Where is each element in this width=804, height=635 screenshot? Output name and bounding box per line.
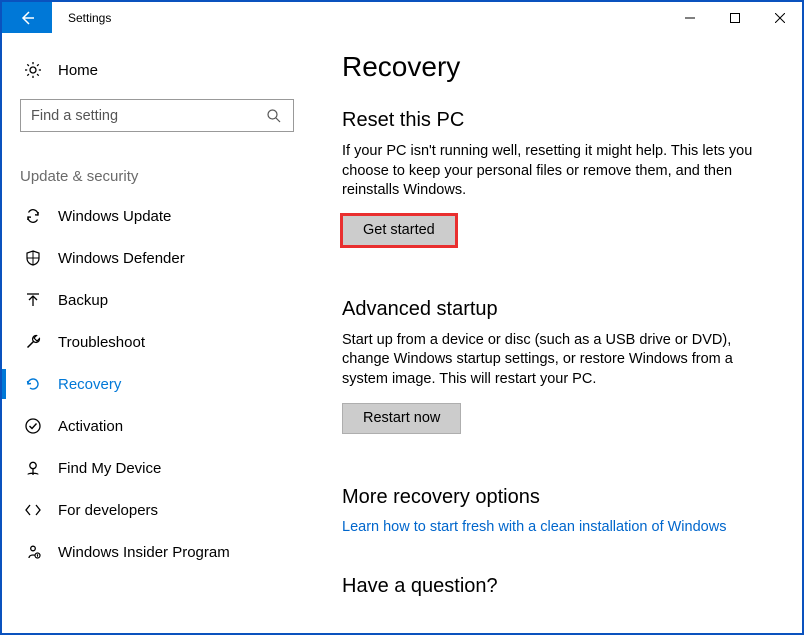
section-reset-pc: Reset this PC If your PC isn't running w…	[342, 109, 782, 246]
main-panel: Recovery Reset this PC If your PC isn't …	[312, 33, 802, 633]
gear-icon	[24, 61, 42, 79]
sidebar-item-find-my-device[interactable]: Find My Device	[2, 447, 312, 489]
sidebar-category: Update & security	[20, 168, 294, 185]
sidebar-item-for-developers[interactable]: For developers	[2, 489, 312, 531]
sidebar-item-label: Windows Update	[58, 208, 171, 225]
home-button[interactable]: Home	[20, 53, 294, 91]
developer-icon	[24, 501, 42, 519]
section-title: Reset this PC	[342, 109, 782, 132]
sidebar-item-windows-update[interactable]: Windows Update	[2, 195, 312, 237]
sidebar-item-troubleshoot[interactable]: Troubleshoot	[2, 321, 312, 363]
sidebar-item-backup[interactable]: Backup	[2, 279, 312, 321]
shield-icon	[24, 249, 42, 267]
page-title: Recovery	[342, 51, 782, 83]
section-more-recovery: More recovery options Learn how to start…	[342, 486, 782, 535]
close-icon	[771, 9, 789, 27]
sidebar-item-recovery[interactable]: Recovery	[2, 363, 312, 405]
arrow-left-icon	[18, 9, 36, 27]
sidebar-item-label: Activation	[58, 418, 123, 435]
sidebar-item-label: Windows Insider Program	[58, 544, 230, 561]
sidebar: Home Find a setting Update & security Wi…	[2, 33, 312, 633]
location-icon	[24, 459, 42, 477]
search-placeholder: Find a setting	[31, 108, 265, 124]
recovery-icon	[24, 375, 42, 393]
maximize-button[interactable]	[712, 2, 757, 33]
section-title: Advanced startup	[342, 298, 782, 321]
sidebar-item-label: Backup	[58, 292, 108, 309]
sync-icon	[24, 207, 42, 225]
maximize-icon	[726, 9, 744, 27]
backup-icon	[24, 291, 42, 309]
minimize-button[interactable]	[667, 2, 712, 33]
close-button[interactable]	[757, 2, 802, 33]
window-title: Settings	[68, 11, 111, 25]
section-description: If your PC isn't running well, resetting…	[342, 142, 762, 201]
wrench-icon	[24, 333, 42, 351]
window-controls	[667, 2, 802, 33]
get-started-button[interactable]: Get started	[342, 215, 456, 246]
search-input[interactable]: Find a setting	[20, 99, 294, 132]
sidebar-item-label: Windows Defender	[58, 250, 185, 267]
sidebar-item-windows-defender[interactable]: Windows Defender	[2, 237, 312, 279]
section-description: Start up from a device or disc (such as …	[342, 331, 762, 390]
section-title: More recovery options	[342, 486, 782, 509]
sidebar-item-label: For developers	[58, 502, 158, 519]
section-advanced-startup: Advanced startup Start up from a device …	[342, 298, 782, 435]
back-button[interactable]	[2, 2, 52, 33]
sidebar-item-label: Troubleshoot	[58, 334, 145, 351]
learn-fresh-install-link[interactable]: Learn how to start fresh with a clean in…	[342, 519, 782, 535]
titlebar: Settings	[2, 2, 802, 33]
sidebar-nav: Windows Update Windows Defender Backup T…	[2, 195, 312, 573]
sidebar-item-label: Recovery	[58, 376, 121, 393]
restart-now-button[interactable]: Restart now	[342, 403, 461, 434]
home-label: Home	[58, 62, 98, 79]
sidebar-item-activation[interactable]: Activation	[2, 405, 312, 447]
section-question: Have a question?	[342, 575, 782, 598]
insider-icon	[24, 543, 42, 561]
section-title: Have a question?	[342, 575, 782, 598]
sidebar-item-insider-program[interactable]: Windows Insider Program	[2, 531, 312, 573]
search-icon	[265, 107, 283, 125]
minimize-icon	[681, 9, 699, 27]
sidebar-item-label: Find My Device	[58, 460, 161, 477]
check-circle-icon	[24, 417, 42, 435]
